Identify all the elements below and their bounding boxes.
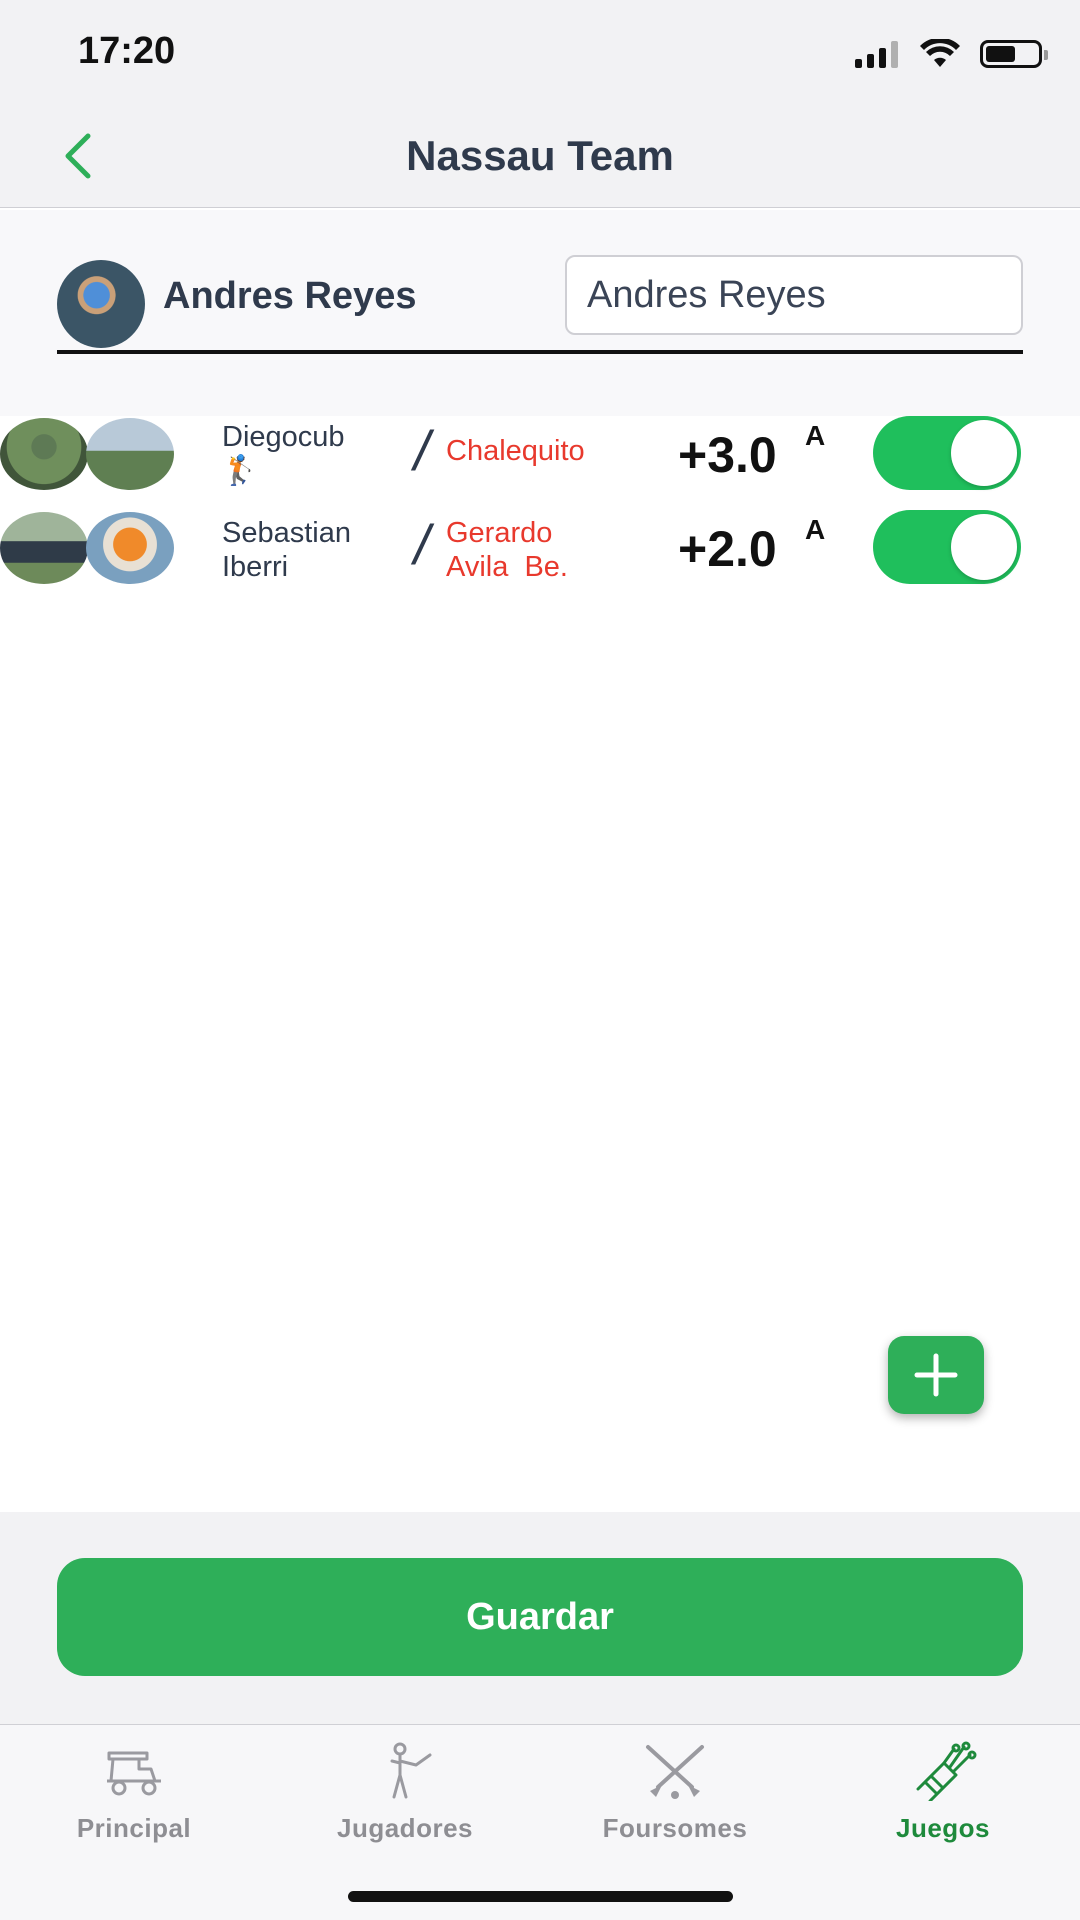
crossed-clubs-icon bbox=[646, 1745, 704, 1799]
team-name-input[interactable] bbox=[565, 255, 1023, 335]
avatar bbox=[0, 512, 88, 584]
tab-foursomes[interactable]: Foursomes bbox=[565, 1741, 785, 1844]
wifi-icon bbox=[920, 39, 960, 67]
save-area: Guardar bbox=[0, 1512, 1080, 1724]
battery-icon bbox=[980, 40, 1048, 68]
status-bar: 17:20 bbox=[0, 0, 1080, 104]
pair-separator: / bbox=[414, 513, 430, 576]
golf-cart-icon bbox=[107, 1751, 161, 1796]
status-icons bbox=[855, 36, 1048, 72]
golf-bag-icon bbox=[916, 1741, 977, 1801]
page-title: Nassau Team bbox=[406, 132, 674, 179]
tab-label: Foursomes bbox=[602, 1813, 748, 1843]
divider bbox=[57, 350, 1023, 354]
avatar bbox=[86, 418, 174, 490]
pair-row: Sebastian Iberri / Gerardo Avila Be. +2.… bbox=[0, 510, 1080, 600]
player-name: Sebastian Iberri bbox=[222, 517, 351, 583]
handicap-mark: A bbox=[805, 420, 826, 451]
golfer-icon bbox=[390, 1742, 432, 1799]
tab-jugadores[interactable]: Jugadores bbox=[295, 1741, 515, 1844]
home-indicator bbox=[348, 1891, 733, 1902]
pair-separator: / bbox=[414, 419, 430, 482]
handicap-value: +3.0 bbox=[678, 427, 777, 483]
pair-enabled-toggle[interactable] bbox=[873, 510, 1021, 584]
player-name: Diegocub 🏌️ bbox=[222, 421, 345, 487]
toggle-knob bbox=[951, 420, 1017, 486]
status-time: 17:20 bbox=[78, 30, 176, 72]
team-owner-name: Andres Reyes bbox=[163, 275, 417, 317]
tab-label: Principal bbox=[76, 1813, 192, 1843]
partner-name: Gerardo Avila Be. bbox=[446, 517, 568, 583]
avatar bbox=[0, 418, 88, 490]
save-button[interactable]: Guardar bbox=[57, 1558, 1023, 1676]
tab-label: Juegos bbox=[895, 1813, 991, 1843]
pair-enabled-toggle[interactable] bbox=[873, 416, 1021, 490]
avatar bbox=[86, 512, 174, 584]
tab-principal[interactable]: Principal bbox=[24, 1741, 244, 1844]
add-pair-button[interactable] bbox=[888, 1336, 984, 1414]
tab-juegos[interactable]: Juegos bbox=[833, 1741, 1053, 1844]
plus-icon bbox=[914, 1353, 958, 1397]
handicap-value: +2.0 bbox=[678, 521, 777, 577]
pair-row: Diegocub 🏌️ / Chalequito +3.0 A bbox=[0, 416, 1080, 506]
tab-label: Jugadores bbox=[337, 1813, 473, 1843]
navigation-bar: Nassau Team bbox=[0, 104, 1080, 208]
team-header: Andres Reyes bbox=[0, 210, 1080, 416]
tab-bar: Principal Jugadores Foursomes Juegos bbox=[0, 1724, 1080, 1920]
partner-name: Chalequito bbox=[446, 435, 585, 467]
handicap-mark: A bbox=[805, 514, 826, 545]
toggle-knob bbox=[951, 514, 1017, 580]
avatar bbox=[57, 260, 145, 348]
cellular-signal-icon bbox=[855, 40, 898, 68]
